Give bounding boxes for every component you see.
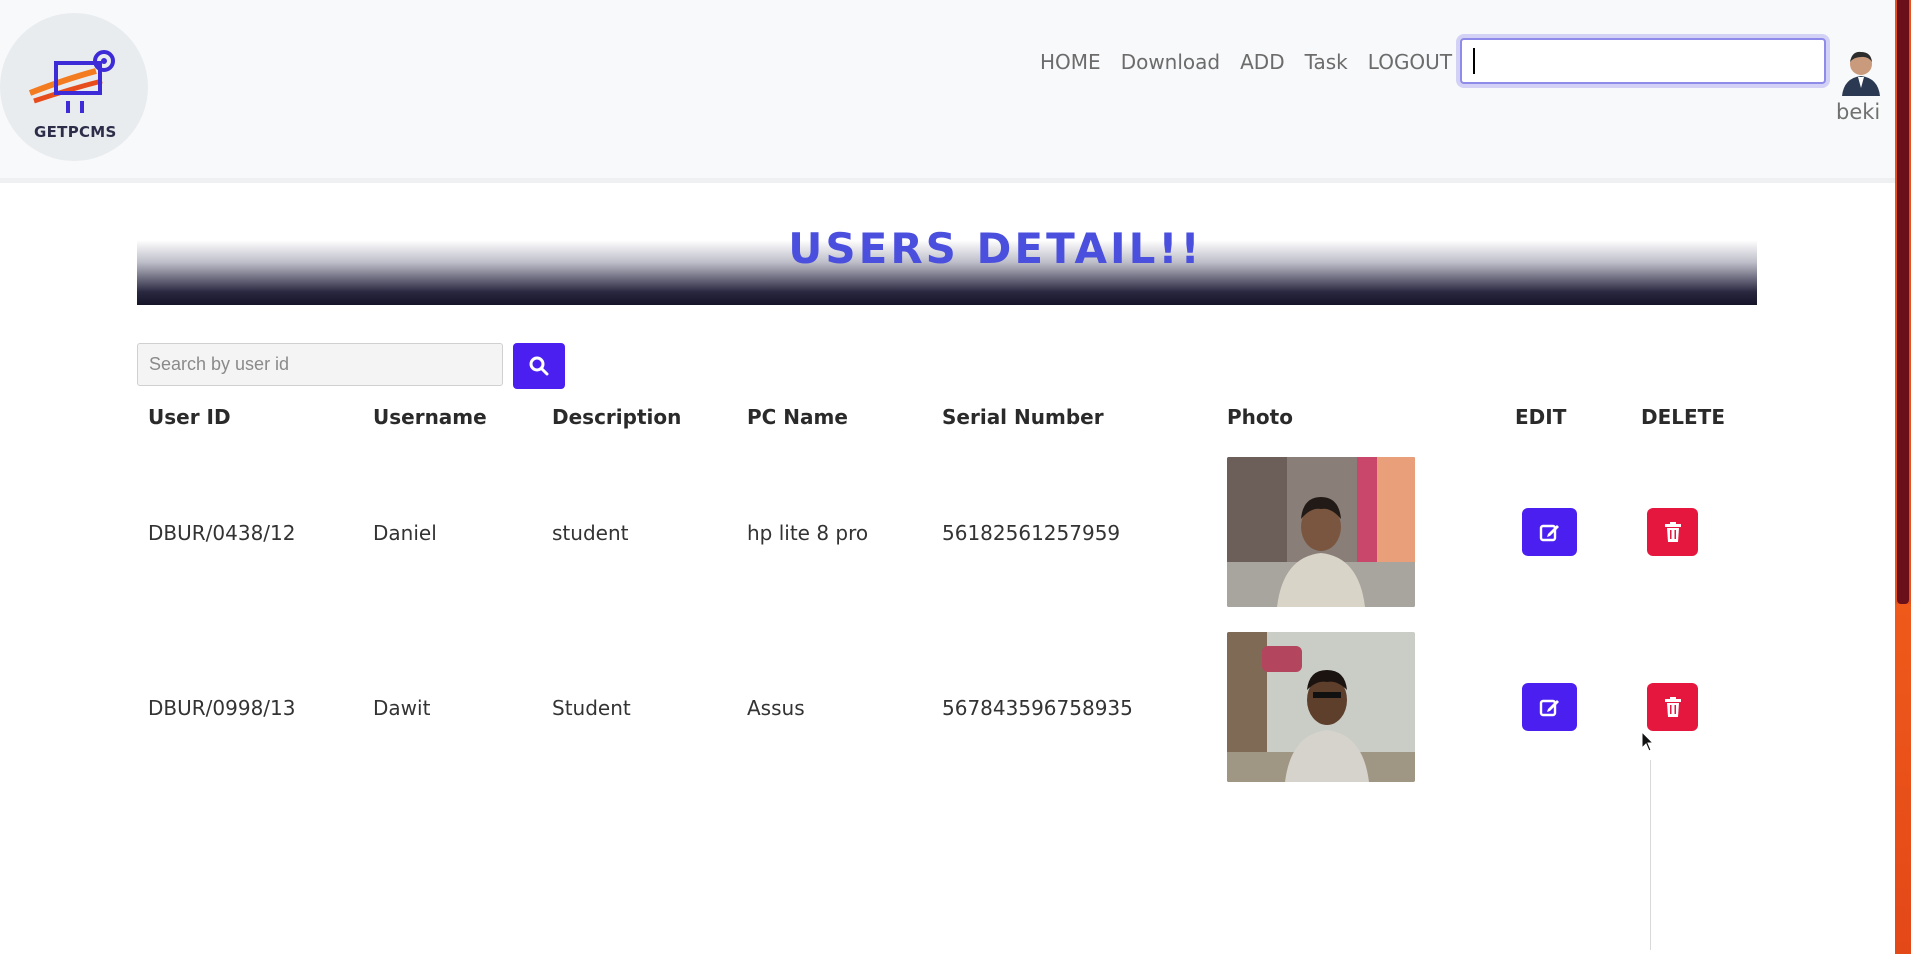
edit-icon: [1539, 699, 1559, 717]
divider-line: [1650, 760, 1651, 950]
page-title: USERS DETAIL!!: [788, 224, 1203, 273]
search-icon: [529, 356, 549, 376]
delete-button[interactable]: [1647, 683, 1698, 731]
cell-description: student: [552, 521, 629, 545]
trash-icon: [1664, 697, 1681, 717]
delete-button[interactable]: [1647, 508, 1698, 556]
nav-logout[interactable]: LOGOUT: [1368, 50, 1452, 74]
nav-task[interactable]: Task: [1305, 50, 1348, 74]
col-header-description: Description: [552, 405, 682, 429]
page-scrollbar[interactable]: [1895, 0, 1911, 954]
col-header-delete: DELETE: [1641, 405, 1725, 429]
edit-icon: [1539, 524, 1559, 542]
cell-pc-name: Assus: [747, 696, 805, 720]
col-header-serial-number: Serial Number: [942, 405, 1104, 429]
brand-logo[interactable]: GETPCMS: [0, 13, 148, 161]
cell-user-id: DBUR/0438/12: [148, 521, 296, 545]
scrollbar-thumb[interactable]: [1897, 0, 1909, 604]
col-header-username: Username: [373, 405, 487, 429]
edit-button[interactable]: [1522, 683, 1577, 731]
edit-button[interactable]: [1522, 508, 1577, 556]
user-id-search-input[interactable]: [137, 343, 503, 386]
cell-username: Dawit: [373, 696, 431, 720]
col-header-edit: EDIT: [1515, 405, 1567, 429]
search-button[interactable]: [513, 343, 565, 389]
brand-name: GETPCMS: [34, 123, 117, 141]
avatar[interactable]: [1840, 48, 1882, 96]
top-header: GETPCMS HOME Download ADD Task LOGOUT be…: [0, 0, 1895, 183]
nav-home[interactable]: HOME: [1040, 50, 1101, 74]
cell-username: Daniel: [373, 521, 437, 545]
col-header-pc-name: PC Name: [747, 405, 848, 429]
current-username: beki: [1836, 100, 1881, 124]
cell-serial-number: 567843596758935: [942, 696, 1133, 720]
top-search-input[interactable]: [1460, 38, 1826, 84]
cell-pc-name: hp lite 8 pro: [747, 521, 869, 545]
nav-download[interactable]: Download: [1121, 50, 1220, 74]
main-nav: HOME Download ADD Task LOGOUT: [1040, 50, 1452, 74]
cell-user-id: DBUR/0998/13: [148, 696, 296, 720]
col-header-photo: Photo: [1227, 405, 1293, 429]
mouse-cursor-icon: [1641, 731, 1655, 752]
logo-icon: [28, 50, 115, 113]
user-photo: [1227, 457, 1415, 607]
text-caret: [1473, 48, 1475, 74]
col-header-user-id: User ID: [148, 405, 231, 429]
nav-add[interactable]: ADD: [1240, 50, 1284, 74]
trash-icon: [1664, 522, 1681, 542]
cell-serial-number: 56182561257959: [942, 521, 1121, 545]
cell-description: Student: [552, 696, 631, 720]
scrollbar-track[interactable]: [1895, 604, 1911, 954]
user-photo: [1227, 632, 1415, 782]
